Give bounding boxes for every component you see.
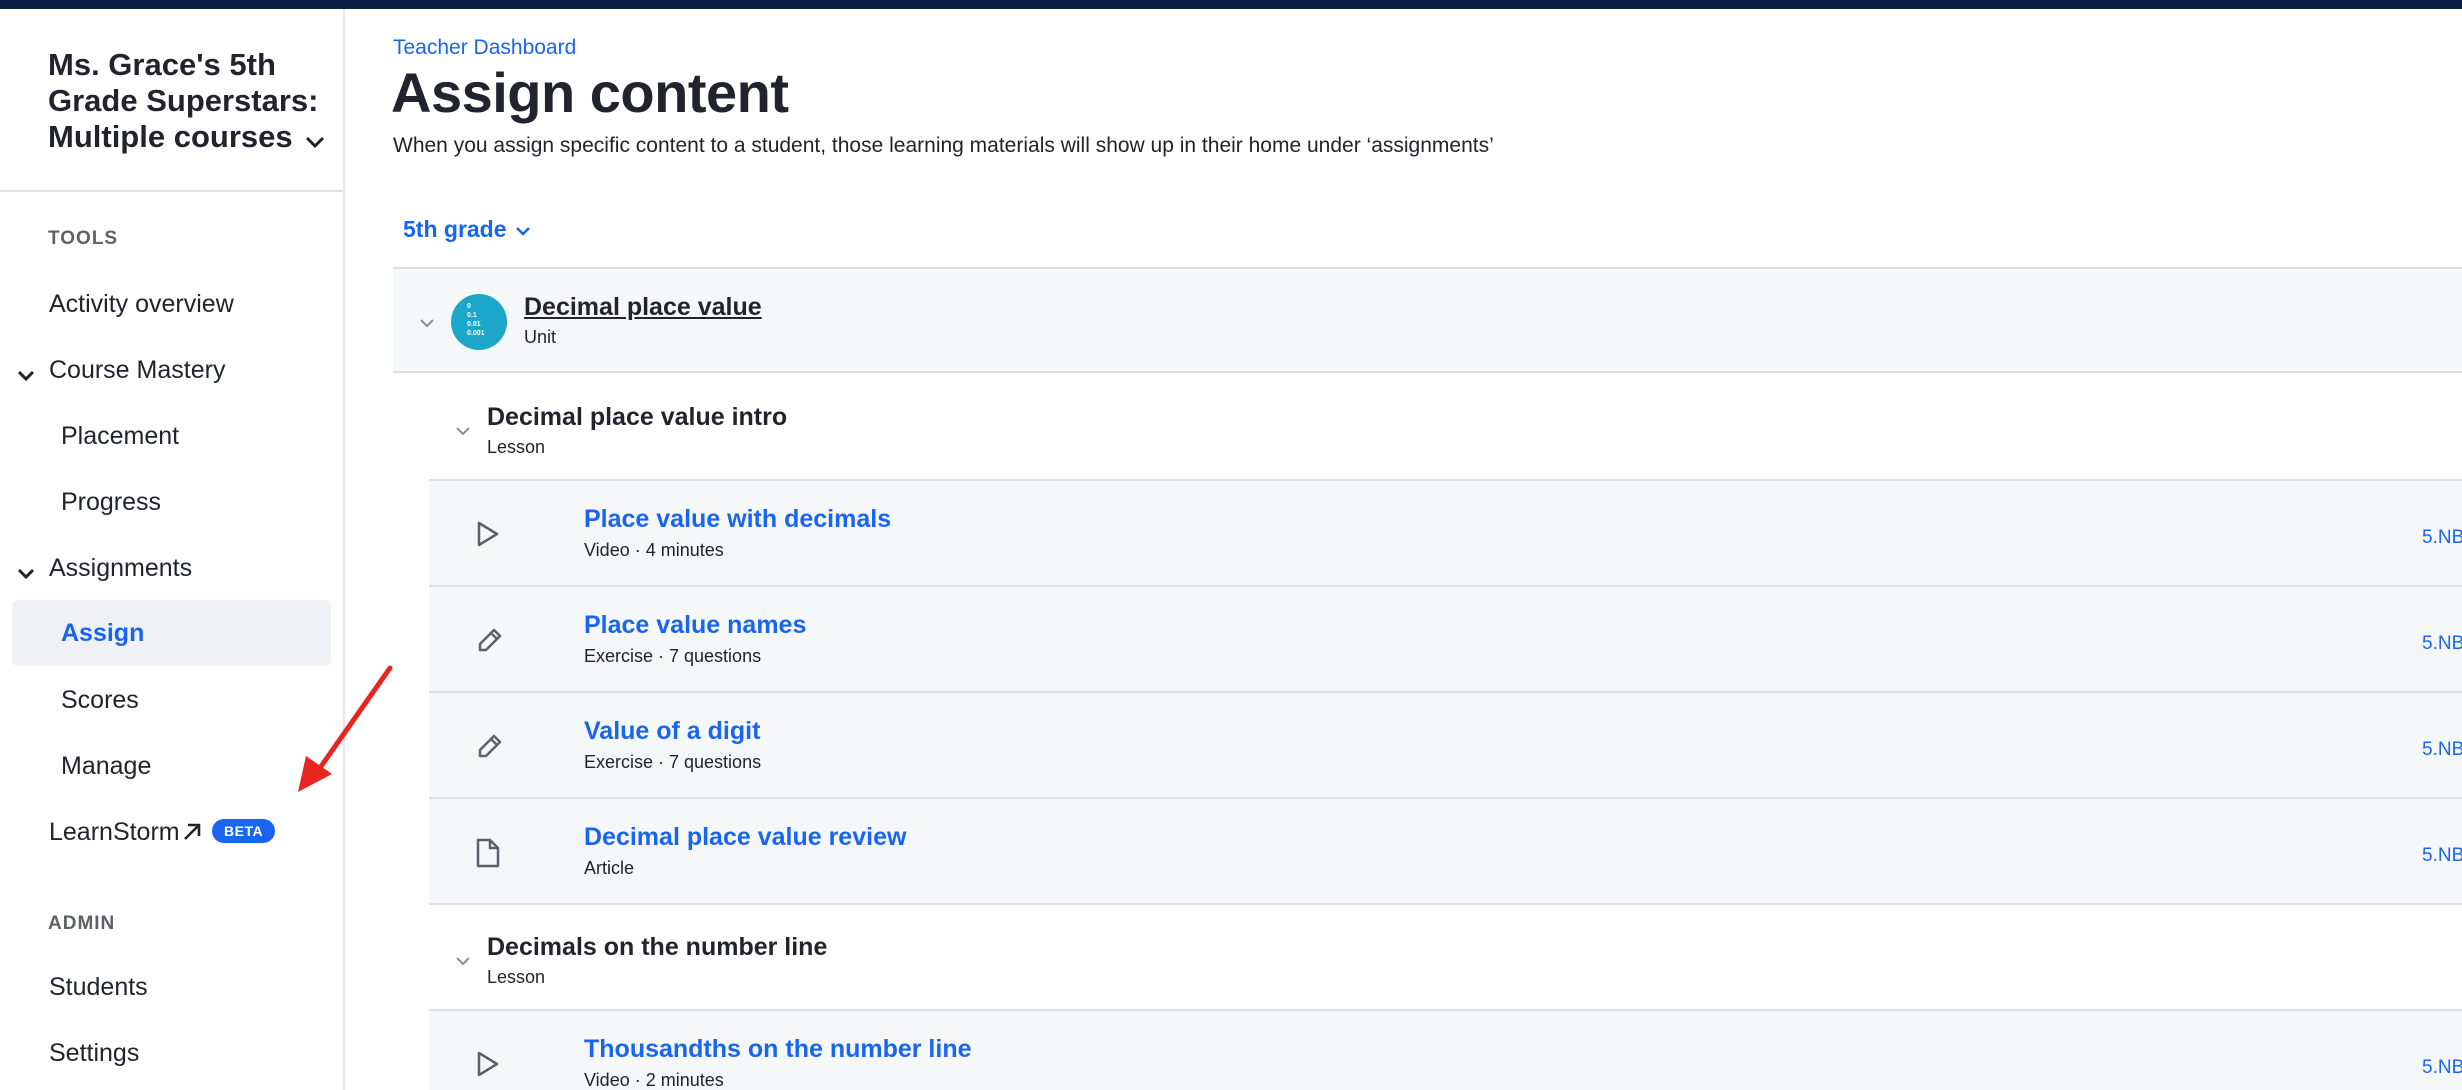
sidebar-item-course-mastery[interactable]: Course Mastery [0,337,343,403]
page-subtitle: When you assign specific content to a st… [393,134,1494,157]
pencil-icon [475,625,505,660]
content-item-title[interactable]: Thousandths on the number line [584,1035,972,1064]
content-item-meta: Exercise · 7 questions [584,646,762,666]
sidebar-item-activity-overview[interactable]: Activity overview [0,271,343,337]
unit-title[interactable]: Decimal place value [524,293,762,322]
chevron-down-icon [515,216,531,243]
content-item-row[interactable]: Thousandths on the number line Video · 2… [429,1011,2462,1090]
content-item-meta: Article [584,858,635,878]
sidebar-divider [0,190,343,192]
breadcrumb[interactable]: Teacher Dashboard [393,36,576,60]
sidebar-item-learnstorm[interactable]: LearnStorm BETA [0,799,343,865]
sidebar-item-label: LearnStorm [49,817,180,846]
top-bar [0,0,2462,9]
lesson-type: Lesson [487,967,546,987]
sidebar-item-label: Course Mastery [49,355,226,384]
chevron-down-icon [16,361,36,390]
standards-link[interactable]: 5.NBT.A.3, 5.NB [2422,845,2462,867]
content-item-row[interactable]: Decimal place value review Article 5.NBT… [429,799,2462,905]
external-link-icon [181,821,203,850]
sidebar-item-assignments[interactable]: Assignments [0,535,343,601]
content-item-title[interactable]: Place value names [584,611,806,640]
sidebar-item-label: Placement [61,421,180,450]
sidebar: Ms. Grace's 5th Grade Superstars: Multip… [0,9,345,1090]
sidebar-item-label: Assignments [49,553,193,582]
chevron-down-icon [16,559,36,588]
grade-selector[interactable]: 5th grade [403,216,531,243]
chevron-down-icon[interactable] [455,953,471,971]
class-title: Ms. Grace's 5th Grade Superstars: Multip… [48,47,319,154]
admin-label: ADMIN [48,913,116,934]
standards-link[interactable]: 5.NBT.A.3 [2422,1057,2462,1079]
content-item-meta: Video · 2 minutes [584,1070,724,1090]
pencil-icon [475,731,505,766]
unit-icon: 0 0.1 0.01 0.001 [451,294,507,350]
sidebar-item-placement[interactable]: Placement [0,403,343,469]
standards-link[interactable]: 5.NBT.A.1 [2422,739,2462,761]
beta-badge: BETA [212,819,276,843]
grade-selector-label: 5th grade [403,216,507,242]
sidebar-item-label: Assign [61,618,145,647]
content-item-row[interactable]: Place value with decimals Video · 4 minu… [429,481,2462,587]
page-title: Assign content [391,61,789,124]
standards-link[interactable]: 5.NBT.A.1, 5.NB [2422,527,2462,549]
standards-link[interactable]: 5.NBT.A.3 [2422,633,2462,655]
unit-row[interactable]: 0 0.1 0.01 0.001 Decimal place value Uni… [393,267,2462,373]
sidebar-item-progress[interactable]: Progress [0,469,343,535]
sidebar-item-students[interactable]: Students [0,954,343,1020]
sidebar-item-label: Activity overview [49,289,234,318]
content-item-meta: Video · 4 minutes [584,540,724,560]
unit-type: Unit [524,327,557,347]
lesson-title: Decimals on the number line [487,933,828,961]
sidebar-item-label: Scores [61,685,139,714]
content-item-title[interactable]: Decimal place value review [584,823,906,852]
content-item-title[interactable]: Value of a digit [584,717,760,746]
chevron-down-icon[interactable] [419,315,435,333]
chevron-down-icon [305,121,325,157]
content-item-meta: Exercise · 7 questions [584,752,762,772]
lesson-row[interactable]: Decimal place value intro Lesson [429,375,2462,481]
play-icon [475,1049,501,1084]
content-item-title[interactable]: Place value with decimals [584,505,891,534]
sidebar-item-label: Progress [61,487,162,516]
sidebar-item-label: Manage [61,751,152,780]
tools-label: TOOLS [48,228,119,249]
article-icon [475,837,501,874]
lesson-type: Lesson [487,437,546,457]
play-icon [475,519,501,554]
lesson-title: Decimal place value intro [487,403,788,431]
chevron-down-icon[interactable] [455,423,471,441]
main-content: Teacher Dashboard Assign content When yo… [347,9,2462,1090]
sidebar-item-label: Settings [49,1038,140,1067]
content-item-row[interactable]: Value of a digit Exercise · 7 questions … [429,693,2462,799]
sidebar-item-assign[interactable]: Assign [12,600,331,666]
content-item-row[interactable]: Place value names Exercise · 7 questions… [429,587,2462,693]
sidebar-item-settings[interactable]: Settings [0,1020,343,1086]
class-selector[interactable]: Ms. Grace's 5th Grade Superstars: Multip… [48,47,338,157]
lesson-row[interactable]: Decimals on the number line Lesson [429,905,2462,1011]
sidebar-item-label: Students [49,972,148,1001]
